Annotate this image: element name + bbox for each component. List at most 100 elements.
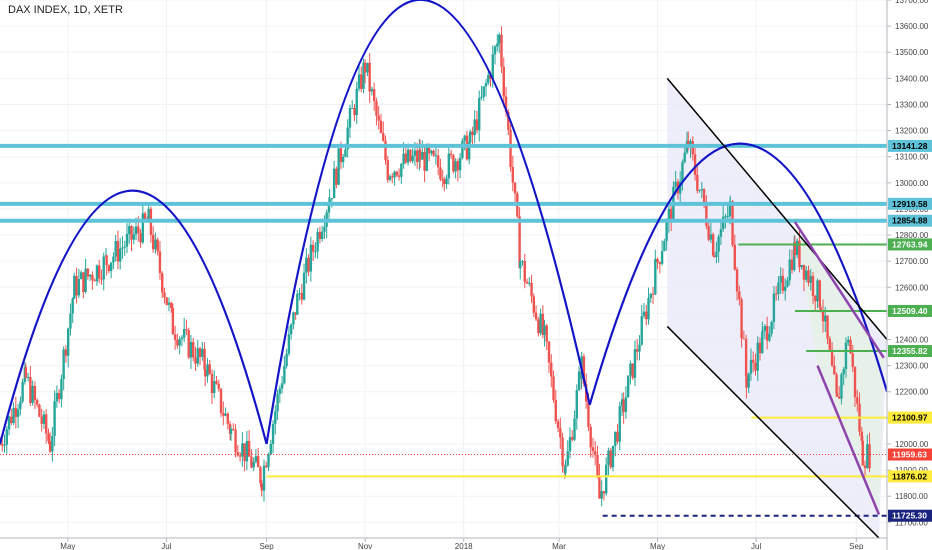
candle-body bbox=[487, 75, 490, 84]
candle-body bbox=[24, 367, 28, 378]
candle-body bbox=[165, 297, 168, 305]
candle-body bbox=[213, 381, 216, 394]
candle-body bbox=[26, 376, 30, 378]
candle-body bbox=[726, 216, 729, 218]
candle-body bbox=[636, 349, 639, 352]
candle-body bbox=[375, 101, 378, 116]
candle-body bbox=[735, 269, 739, 292]
candle-body bbox=[10, 416, 13, 424]
candle-body bbox=[307, 257, 310, 272]
candle-body bbox=[60, 379, 63, 400]
x-tick-label: Sep bbox=[849, 542, 864, 550]
candle-body bbox=[353, 108, 356, 116]
candle-body bbox=[795, 240, 799, 256]
level-price-tag-label: 11876.02 bbox=[892, 471, 927, 481]
candle-body bbox=[173, 334, 177, 340]
candle-body bbox=[105, 255, 108, 266]
candle-body bbox=[547, 341, 551, 363]
candle-body bbox=[252, 461, 255, 468]
candle-body bbox=[314, 251, 317, 253]
candle-body bbox=[633, 349, 637, 378]
candle-body bbox=[645, 311, 648, 320]
candle-body bbox=[5, 429, 8, 445]
y-tick-label: 13000.00 bbox=[895, 179, 929, 188]
candle-body bbox=[98, 265, 101, 279]
candle-body bbox=[821, 310, 825, 322]
candle-body bbox=[323, 226, 326, 232]
candle-body bbox=[463, 135, 466, 141]
candle-body bbox=[828, 338, 832, 350]
candle-body bbox=[740, 299, 743, 339]
y-tick-label: 13100.00 bbox=[895, 153, 929, 162]
candle-body bbox=[790, 259, 794, 271]
candle-body bbox=[525, 281, 529, 284]
y-tick-label: 11800.00 bbox=[895, 492, 928, 501]
candle-body bbox=[705, 205, 708, 226]
candle-body bbox=[496, 43, 499, 47]
candle-body bbox=[217, 383, 220, 389]
candle-body bbox=[649, 293, 652, 299]
candle-body bbox=[587, 401, 590, 427]
candle-body bbox=[681, 162, 684, 182]
candle-body bbox=[156, 239, 159, 252]
candle-body bbox=[309, 244, 313, 272]
candle-body bbox=[208, 364, 211, 374]
candle-body bbox=[82, 272, 85, 292]
candle-body bbox=[163, 292, 166, 298]
candle-body bbox=[278, 388, 282, 394]
y-tick-label: 13500.00 bbox=[895, 48, 929, 57]
candle-body bbox=[665, 221, 668, 242]
candle-body bbox=[180, 337, 184, 340]
candle-body bbox=[185, 329, 188, 331]
candle-body bbox=[158, 251, 162, 274]
candle-body bbox=[21, 381, 24, 402]
candle-body bbox=[411, 155, 414, 162]
candle-body bbox=[566, 451, 569, 466]
candle-body bbox=[519, 262, 522, 269]
y-tick-label: 12200.00 bbox=[895, 388, 929, 397]
candle-body bbox=[550, 362, 553, 377]
candle-body bbox=[404, 153, 408, 163]
candle-body bbox=[835, 374, 838, 394]
candle-body bbox=[826, 315, 829, 339]
candle-body bbox=[647, 298, 650, 320]
x-tick-label: May bbox=[650, 542, 665, 550]
candle-body bbox=[84, 268, 87, 292]
candle-body bbox=[721, 216, 725, 230]
level-price-tag-label: 12919.58 bbox=[892, 199, 928, 209]
candle-body bbox=[498, 34, 501, 44]
candle-body bbox=[100, 278, 103, 280]
candle-body bbox=[856, 397, 859, 404]
candle-body bbox=[724, 216, 727, 218]
candle-body bbox=[830, 349, 834, 366]
candle-body bbox=[409, 149, 412, 162]
y-tick-label: 13300.00 bbox=[895, 100, 929, 109]
candle-body bbox=[811, 276, 815, 296]
candle-body bbox=[733, 244, 737, 270]
candle-body bbox=[300, 293, 304, 300]
candle-body bbox=[868, 444, 871, 469]
candle-body bbox=[245, 440, 249, 462]
candle-body bbox=[561, 437, 564, 467]
candle-body bbox=[616, 431, 619, 442]
candle-body bbox=[69, 313, 72, 329]
candle-body bbox=[800, 265, 803, 268]
candle-body bbox=[16, 409, 20, 417]
candle-body bbox=[53, 401, 56, 436]
candle-body bbox=[93, 280, 96, 282]
candle-body bbox=[423, 152, 426, 171]
candle-body bbox=[596, 454, 599, 476]
candle-body bbox=[774, 293, 778, 295]
candle-body bbox=[683, 152, 686, 163]
candle-body bbox=[539, 313, 542, 334]
candle-body bbox=[238, 455, 242, 457]
candle-body bbox=[654, 259, 657, 295]
candle-body bbox=[779, 275, 782, 283]
candle-body bbox=[468, 131, 472, 143]
price-chart[interactable]: 11700.0011800.0011900.0012000.0012100.00… bbox=[0, 0, 932, 550]
candle-body bbox=[335, 168, 338, 185]
candle-body bbox=[215, 381, 218, 384]
candle-body bbox=[631, 363, 634, 378]
candle-body bbox=[355, 88, 358, 116]
candle-body bbox=[447, 153, 451, 179]
